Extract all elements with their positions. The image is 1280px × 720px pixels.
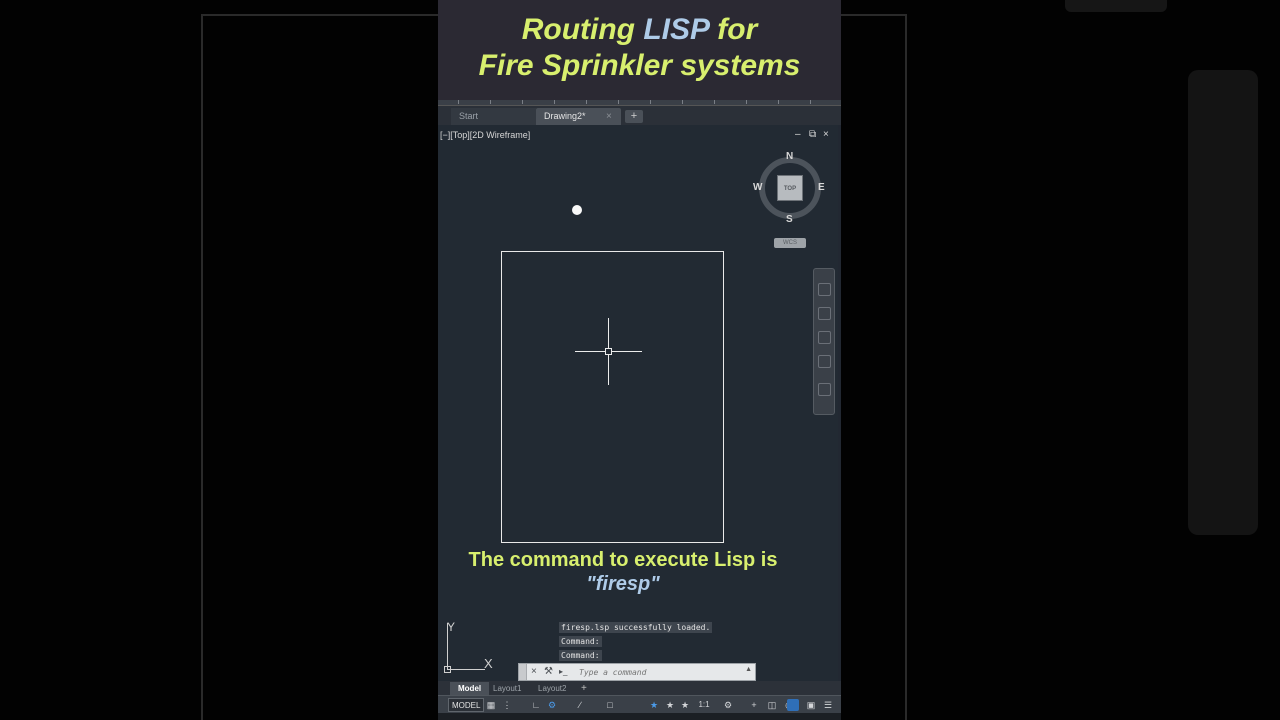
caption-line-1: The command to execute Lisp is [468,549,778,571]
orbit-icon[interactable] [818,355,831,368]
title-line-2: Fire Sprinkler systems [478,49,801,82]
title-accent: LISP [643,13,709,46]
ribbon-tick [650,100,651,104]
ribbon-tick [522,100,523,104]
restore-icon[interactable]: ⧉ [809,129,816,141]
model-space-button[interactable]: MODEL [448,698,485,712]
caption-command-name: "firesp" [586,573,660,595]
screen: Routing LISP for Fire Sprinkler systems … [0,0,1280,720]
tab-start[interactable]: Start [451,108,536,125]
viewport-controls-label[interactable]: [−][Top][2D Wireframe] [440,130,530,140]
annotation-visibility-icon[interactable]: ★ [664,699,676,711]
annotation-scale[interactable]: 1:1 [696,699,712,711]
workspace-icon[interactable]: ⚙ [722,699,734,711]
customize-icon[interactable]: ☰ [822,699,834,711]
command-line: × ⚒ ▸_ ▲ [518,663,756,681]
ribbon-tick [682,100,683,104]
title-banner: Routing LISP for Fire Sprinkler systems [438,0,841,100]
compass-east[interactable]: E [818,182,825,193]
showmotion-icon[interactable] [818,383,831,396]
snap-icon[interactable]: ⋮ [501,699,513,711]
caption-overlay: The command to execute Lisp is "firesp" [438,548,808,596]
close-command-line-icon[interactable]: × [531,665,537,679]
blurred-background-frame-left [201,14,438,720]
clean-screen-icon[interactable]: ▣ [805,699,817,711]
zoom-icon[interactable] [818,331,831,344]
command-history-arrow-icon[interactable]: ▲ [745,666,752,673]
command-history-line: Command: [559,636,602,647]
units-icon[interactable]: ◫ [766,699,778,711]
ribbon-tick [458,100,459,104]
status-bar-shadow [438,713,841,720]
add-layout-button[interactable]: + [578,682,590,695]
layout-tab-bar: Model Layout1 Layout2 + [438,681,841,695]
polar-icon[interactable]: ⚙ [546,699,558,711]
ribbon-tick [490,100,491,104]
pan-icon[interactable] [818,307,831,320]
tab-model[interactable]: Model [450,682,490,695]
osnap-icon[interactable]: □ [604,699,616,711]
compass-north[interactable]: N [786,151,793,162]
command-history-line: Command: [559,650,602,661]
command-input[interactable] [579,665,739,679]
ucs-x-axis [447,669,485,670]
title-text-suffix: for [708,13,758,46]
steering-wheel-icon[interactable] [818,283,831,296]
title-line-1: Routing LISP for [438,0,841,48]
compass-west[interactable]: W [753,182,762,193]
blurred-background-navbar [1188,70,1258,535]
annotation-autoscale-icon[interactable]: ★ [679,699,691,711]
close-tab-icon[interactable]: × [606,108,612,125]
ucs-y-label: Y [447,620,456,634]
file-tab-bar: Start Drawing2* × + [438,106,841,125]
customize-wrench-icon[interactable]: ⚒ [544,665,553,679]
ribbon-tick [714,100,715,104]
video-frame: Routing LISP for Fire Sprinkler systems … [438,0,841,720]
point-marker [572,205,582,215]
drawing-viewport[interactable]: [−][Top][2D Wireframe] – ⧉ × TOP N S E W… [438,125,838,681]
ribbon-tick [778,100,779,104]
isodraft-icon[interactable]: ∕ [574,699,586,711]
recent-commands-icon[interactable]: ▸_ [559,665,567,679]
grid-icon[interactable]: ▦ [485,699,497,711]
blurred-background-frame-right [841,14,907,720]
status-bar: MODEL ▦ ⋮ ∟ ⚙ ∕ □ ★ ★ ★ 1:1 ⚙ + ◫ ◉ ▣ ☰ [438,695,841,713]
ribbon-tick [746,100,747,104]
title-text: Routing [521,13,644,46]
ribbon-tick [618,100,619,104]
hardware-accel-icon[interactable] [787,699,799,711]
viewcube-top-face[interactable]: TOP [777,175,803,201]
tab-layout1[interactable]: Layout1 [485,682,529,695]
annotation-icon[interactable]: ★ [648,699,660,711]
close-icon[interactable]: × [823,129,829,141]
ortho-icon[interactable]: ∟ [530,699,542,711]
command-line-grip[interactable] [519,664,527,680]
tab-layout2[interactable]: Layout2 [530,682,574,695]
compass-south[interactable]: S [786,214,793,225]
ribbon-tick [586,100,587,104]
ribbon-tick [554,100,555,104]
wcs-menu[interactable]: WCS [774,238,806,248]
plus-icon[interactable]: + [748,699,760,711]
crosshair-pickbox [605,348,612,355]
ucs-origin-icon [444,666,451,673]
drawing-rectangle[interactable] [501,251,724,543]
command-history-line: firesp.lsp successfully loaded. [559,622,713,633]
minimize-icon[interactable]: – [795,129,801,141]
ribbon-tick [810,100,811,104]
new-tab-button[interactable]: + [625,110,643,123]
navigation-bar [813,268,835,415]
blurred-background-tab [1065,0,1167,12]
ucs-x-label: X [484,656,493,671]
